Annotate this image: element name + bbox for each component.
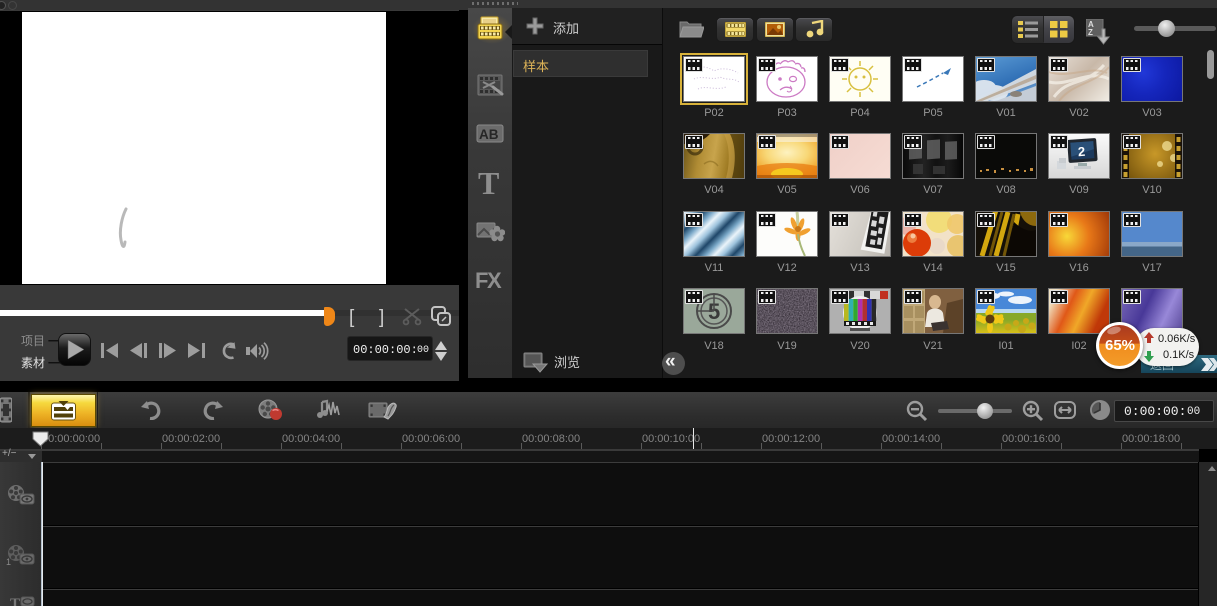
svg-text:Z: Z <box>1088 28 1093 37</box>
svg-text:T: T <box>478 167 499 197</box>
svg-text:AB: AB <box>479 127 499 142</box>
svg-text:T: T <box>10 596 20 606</box>
svg-text:2: 2 <box>1077 144 1085 159</box>
svg-text:1: 1 <box>6 557 11 566</box>
svg-text:FX: FX <box>475 268 502 293</box>
